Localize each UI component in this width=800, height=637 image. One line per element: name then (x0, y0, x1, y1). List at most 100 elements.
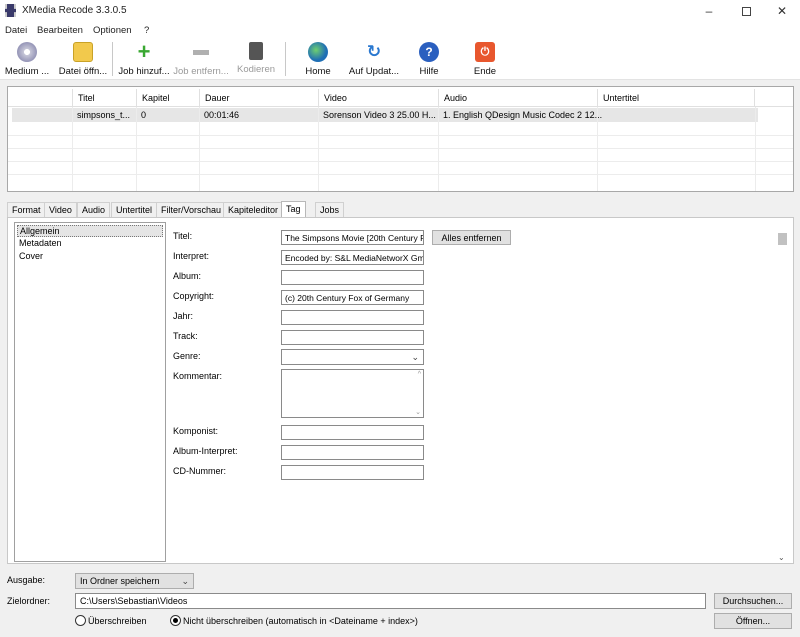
year-field[interactable] (281, 310, 424, 325)
encode-label: Kodieren (236, 64, 276, 75)
minimize-button[interactable]: – (691, 0, 727, 22)
encode-button[interactable]: Kodieren (234, 40, 278, 78)
cell-duration: 00:01:46 (204, 110, 240, 120)
minus-icon (191, 42, 211, 62)
minimize-icon: – (705, 4, 713, 18)
grid-line (8, 161, 793, 162)
menu-bearbeiten[interactable]: Bearbeiten (37, 25, 83, 36)
grid-line (199, 107, 200, 191)
scroll-up-arrow-icon[interactable]: ^ (418, 371, 421, 378)
medium-label: Medium ... (4, 66, 50, 77)
column-header-title[interactable]: Titel (72, 89, 136, 107)
update-button[interactable]: ↻ Auf Updat... (346, 40, 402, 78)
scrollbar-thumb[interactable] (778, 233, 787, 245)
tab-subtitle[interactable]: Untertitel (111, 202, 158, 217)
folder-icon (73, 42, 93, 62)
output-select-value: In Ordner speichern (80, 576, 160, 586)
track-field[interactable] (281, 330, 424, 345)
job-table-header: Titel Kapitel Dauer Video Audio Untertit… (8, 89, 793, 107)
tab-audio[interactable]: Audio (77, 202, 111, 217)
toolbar-separator (112, 42, 113, 76)
chevron-down-icon: ⌄ (411, 352, 419, 362)
cell-video: Sorenson Video 3 25.00 H... (323, 110, 436, 120)
tab-tag[interactable]: Tag (281, 201, 306, 218)
add-job-button[interactable]: + Job hinzuf... (117, 39, 171, 78)
home-button[interactable]: Home (298, 40, 338, 78)
tab-format[interactable]: Format (7, 202, 46, 217)
cd-number-field[interactable] (281, 465, 424, 480)
genre-select[interactable]: ⌄ (281, 349, 424, 365)
open-file-label: Datei öffn... (58, 66, 108, 77)
grid-line (72, 107, 73, 191)
column-header-video[interactable]: Video (318, 89, 438, 107)
no-overwrite-radio[interactable] (170, 615, 181, 626)
copyright-label: Copyright: (173, 291, 215, 301)
remove-all-button[interactable]: Alles entfernen (432, 230, 511, 245)
album-label: Album: (173, 271, 202, 281)
tab-filter-preview[interactable]: Filter/Vorschau (156, 202, 227, 217)
menu-optionen[interactable]: Optionen (93, 25, 132, 36)
plus-icon: + (137, 39, 151, 64)
tab-chapter-editor[interactable]: Kapiteleditor (223, 202, 284, 217)
browse-button[interactable]: Durchsuchen... (714, 593, 792, 609)
tab-jobs[interactable]: Jobs (315, 202, 345, 217)
help-label: Hilfe (419, 66, 439, 77)
grid-line (755, 107, 756, 191)
composer-field[interactable] (281, 425, 424, 440)
title-bar: XMedia Recode 3.3.0.5 – ✕ (0, 0, 800, 22)
open-file-button[interactable]: Datei öffn... (56, 40, 110, 78)
scroll-down-icon[interactable]: ⌄ (778, 553, 785, 562)
comment-textarea[interactable]: ^ ⌄ (281, 369, 424, 418)
help-icon: ? (419, 42, 439, 62)
scroll-down-arrow-icon[interactable]: ⌄ (415, 408, 421, 416)
title-field[interactable]: The Simpsons Movie [20th Century Fox] (281, 230, 424, 245)
globe-icon (308, 42, 328, 62)
power-icon: ⏻ (475, 42, 495, 62)
list-item-general[interactable]: Allgemein (17, 225, 163, 237)
exit-button[interactable]: ⏻ Ende (468, 40, 502, 78)
menu-help[interactable]: ? (144, 25, 149, 36)
cell-audio: 1. English QDesign Music Codec 2 12... (443, 110, 603, 120)
tag-category-list: Allgemein Metadaten Cover (14, 222, 166, 562)
close-button[interactable]: ✕ (764, 0, 800, 22)
open-button[interactable]: Öffnen... (714, 613, 792, 629)
genre-label: Genre: (173, 351, 201, 361)
comment-label: Kommentar: (173, 371, 223, 381)
artist-field[interactable]: Encoded by: S&L MediaNetworX GmbH (281, 250, 424, 265)
column-header-audio[interactable]: Audio (438, 89, 597, 107)
album-field[interactable] (281, 270, 424, 285)
remove-job-button[interactable]: Job entfern... (172, 40, 230, 78)
close-icon: ✕ (776, 4, 788, 18)
grid-line (438, 107, 439, 191)
exit-label: Ende (473, 66, 497, 77)
toolbar: Medium ... Datei öffn... + Job hinzuf...… (0, 38, 800, 80)
refresh-icon: ↻ (366, 42, 382, 61)
medium-button[interactable]: Medium ... (2, 40, 52, 78)
output-select[interactable]: In Ordner speichern ⌄ (75, 573, 194, 589)
column-header-chapter[interactable]: Kapitel (136, 89, 199, 107)
table-row[interactable]: simpsons_t... 0 00:01:46 Sorenson Video … (12, 108, 758, 122)
tab-video[interactable]: Video (44, 202, 77, 217)
copyright-field[interactable]: (c) 20th Century Fox of Germany (281, 290, 424, 305)
column-header-duration[interactable]: Dauer (199, 89, 318, 107)
maximize-icon (741, 6, 751, 16)
remove-job-label: Job entfern... (173, 66, 229, 77)
cell-title: simpsons_t... (77, 110, 131, 120)
column-header-subtitle[interactable]: Untertitel (597, 89, 755, 107)
list-item-cover[interactable]: Cover (19, 251, 43, 261)
album-artist-field[interactable] (281, 445, 424, 460)
help-button[interactable]: ? Hilfe (412, 40, 446, 78)
job-table[interactable]: Titel Kapitel Dauer Video Audio Untertit… (7, 86, 794, 192)
menu-bar: Datei Bearbeiten Optionen ? (0, 22, 800, 38)
toolbar-separator (285, 42, 286, 76)
grid-line (136, 107, 137, 191)
menu-datei[interactable]: Datei (5, 25, 27, 36)
panel-scrollbar[interactable]: ⌄ (776, 230, 789, 562)
list-item-metadata[interactable]: Metadaten (19, 238, 62, 248)
app-film-icon (5, 4, 16, 17)
no-overwrite-label: Nicht überschreiben (automatisch in <Dat… (183, 616, 418, 626)
overwrite-radio[interactable] (75, 615, 86, 626)
grid-line (8, 135, 793, 136)
target-folder-field[interactable]: C:\Users\Sebastian\Videos (75, 593, 706, 609)
maximize-button[interactable] (728, 0, 764, 22)
